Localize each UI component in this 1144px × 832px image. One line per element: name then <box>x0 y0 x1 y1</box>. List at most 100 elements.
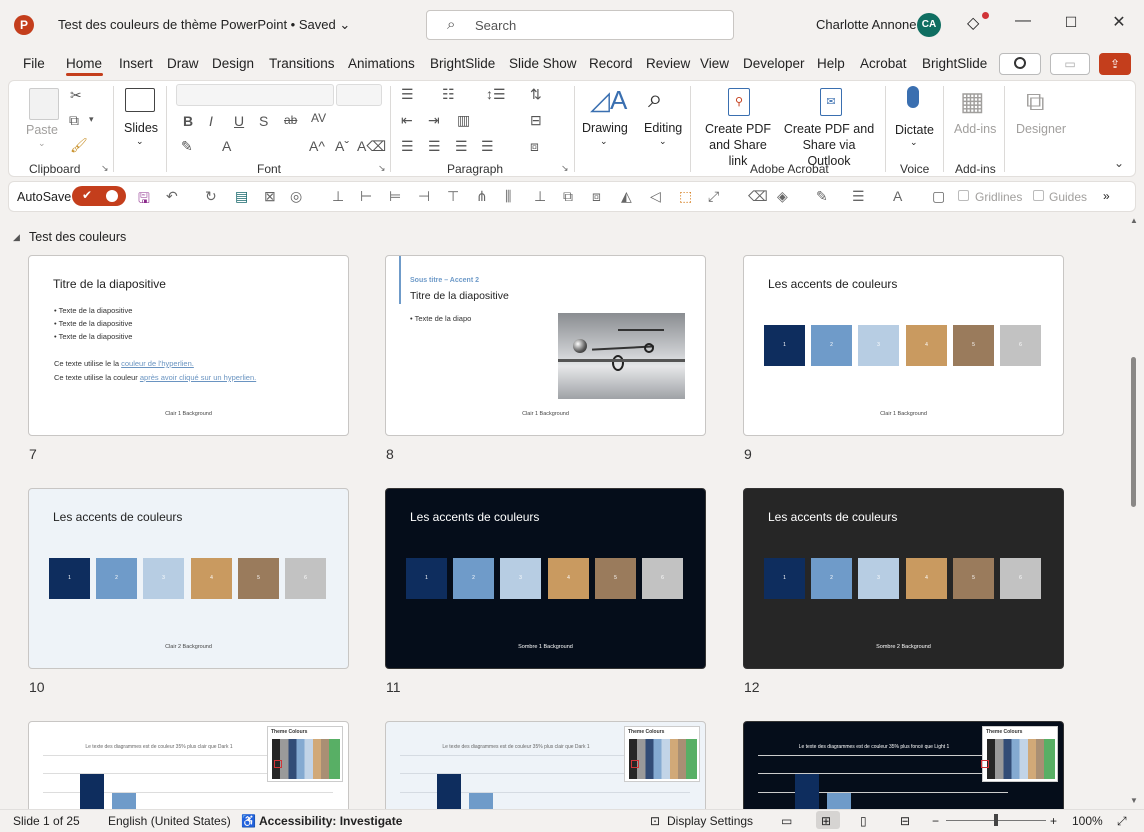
qat-tool-icon[interactable]: ⊨ <box>389 188 401 205</box>
qat-tool-icon[interactable]: ⌫ <box>748 188 768 205</box>
dictate-button[interactable]: Dictate <box>895 122 934 138</box>
clear-formatting-icon[interactable]: A⌫ <box>357 138 386 155</box>
section-title[interactable]: Test des couleurs <box>29 230 126 244</box>
slide-counter[interactable]: Slide 1 of 25 <box>13 814 80 828</box>
slide-thumbnail-9[interactable]: Les accents de couleurs 1 2 3 4 5 6 Clai… <box>743 255 1064 436</box>
tab-review[interactable]: Review <box>646 56 690 71</box>
slide-thumbnail-11[interactable]: Les accents de couleurs 1 2 3 4 5 6 Somb… <box>385 488 706 669</box>
accessibility-status[interactable]: Accessibility: Investigate <box>259 814 402 828</box>
slide-thumbnail-14[interactable]: Le texte des diagrammes est de couleur 3… <box>385 721 706 821</box>
share-button[interactable]: ⇪ <box>1099 53 1131 75</box>
save-icon[interactable]: 🖫 <box>138 188 150 212</box>
tab-file[interactable]: File <box>23 56 45 71</box>
line-spacing-icon[interactable]: ↕☰ <box>486 86 506 103</box>
font-name-select[interactable] <box>176 84 334 106</box>
columns-icon[interactable]: ▥ <box>457 112 470 129</box>
strikethrough-icon[interactable]: ab <box>284 113 297 127</box>
qat-tool-icon[interactable]: ◁ <box>650 188 661 205</box>
tab-insert[interactable]: Insert <box>119 56 153 71</box>
slide-thumbnail-10[interactable]: Les accents de couleurs 1 2 3 4 5 6 Clai… <box>28 488 349 669</box>
tab-view[interactable]: View <box>700 56 729 71</box>
increase-font-icon[interactable]: A^ <box>309 138 325 154</box>
user-name[interactable]: Charlotte Annone <box>816 17 916 32</box>
font-color-icon[interactable]: A <box>222 138 231 154</box>
slides-button[interactable]: Slides <box>124 120 158 136</box>
maximize-icon[interactable]: ☐ <box>1061 14 1081 31</box>
qat-tool-icon[interactable]: ⊤ <box>447 188 459 205</box>
zoom-level[interactable]: 100% <box>1072 814 1103 828</box>
numbering-icon[interactable]: ☷ <box>442 86 455 103</box>
gridlines-checkbox[interactable] <box>958 190 969 201</box>
tab-brightslide[interactable]: BrightSlide <box>430 56 495 71</box>
tab-transitions[interactable]: Transitions <box>269 56 335 71</box>
smartart-icon[interactable]: ⧈ <box>530 138 539 155</box>
decrease-font-icon[interactable]: Aˇ <box>335 138 349 154</box>
qat-tool-icon[interactable]: ⫼ <box>505 188 511 205</box>
vertical-scrollbar[interactable] <box>1129 215 1138 807</box>
slide-thumbnail-13[interactable]: Le texte des diagrammes est de couleur 3… <box>28 721 349 821</box>
minimize-icon[interactable]: — <box>1013 12 1033 30</box>
align-center-icon[interactable]: ☰ <box>428 138 441 155</box>
fit-to-window-icon[interactable]: ⤢ <box>1117 814 1127 829</box>
comments-button[interactable]: ▭ <box>1050 53 1090 75</box>
qat-tool-icon[interactable]: ⊢ <box>360 188 372 205</box>
tab-animations[interactable]: Animations <box>348 56 415 71</box>
character-spacing-icon[interactable]: AV <box>311 111 326 125</box>
qat-tool-icon[interactable]: ⧉ <box>563 188 573 205</box>
qat-tool-icon[interactable]: ⊠ <box>264 188 276 205</box>
record-button[interactable] <box>999 53 1041 75</box>
dialog-launcher-icon[interactable]: ↘ <box>378 163 386 174</box>
font-color-icon[interactable]: A <box>893 188 902 204</box>
text-direction-icon[interactable]: ⇅ <box>530 86 542 103</box>
designer-button[interactable]: Designer <box>1016 121 1066 137</box>
highlight-icon[interactable]: ✎ <box>181 138 193 155</box>
qat-tool-icon[interactable]: ⋔ <box>476 188 488 205</box>
dialog-launcher-icon[interactable]: ↘ <box>101 163 109 174</box>
qat-tool-icon[interactable]: ⤢ <box>708 188 719 205</box>
justify-icon[interactable]: ☰ <box>481 138 494 155</box>
format-painter-icon[interactable]: 🖌 <box>70 137 88 154</box>
slide-thumbnail-7[interactable]: Titre de la diapositive • Texte de la di… <box>28 255 349 436</box>
qat-tool-icon[interactable]: ⬚ <box>679 188 692 205</box>
tab-design[interactable]: Design <box>212 56 254 71</box>
qat-tool-icon[interactable]: ⧈ <box>592 188 601 205</box>
document-title[interactable]: Test des couleurs de thème PowerPoint • … <box>58 17 350 33</box>
font-size-select[interactable] <box>336 84 382 106</box>
tab-record[interactable]: Record <box>589 56 633 71</box>
slide-thumbnail-15[interactable]: Le texte des diagrammes est de couleur 3… <box>743 721 1064 821</box>
close-icon[interactable]: ✕ <box>1109 12 1129 32</box>
align-text-icon[interactable]: ⊟ <box>530 112 542 129</box>
qat-tool-icon[interactable]: ▤ <box>235 188 248 205</box>
undo-icon[interactable]: ↶ <box>166 188 178 205</box>
qat-tool-icon[interactable]: ◎ <box>290 188 302 205</box>
bold-icon[interactable]: B <box>183 113 193 129</box>
strikethrough-s-icon[interactable]: S <box>259 113 268 129</box>
align-right-icon[interactable]: ☰ <box>455 138 468 155</box>
display-settings-button[interactable]: Display Settings <box>667 814 753 828</box>
editing-button[interactable]: Editing <box>644 120 682 136</box>
zoom-slider-thumb[interactable] <box>994 814 998 826</box>
collapse-ribbon-icon[interactable]: ⌄ <box>1114 156 1124 170</box>
bullets-icon[interactable]: ☰ <box>401 86 414 103</box>
collapse-section-icon[interactable]: ◢ <box>13 232 20 243</box>
line-weight-icon[interactable]: ☰ <box>852 188 865 205</box>
cut-icon[interactable]: ✂ <box>70 87 82 104</box>
slide-sorter-icon[interactable]: ⊞ <box>821 814 831 828</box>
more-commands-icon[interactable]: » <box>1103 189 1110 203</box>
decrease-indent-icon[interactable]: ⇤ <box>401 112 413 129</box>
slide-thumbnail-8[interactable]: Sous titre – Accent 2 Titre de la diapos… <box>385 255 706 436</box>
italic-icon[interactable]: I <box>209 113 213 129</box>
scrollbar-thumb[interactable] <box>1131 357 1136 507</box>
qat-tool-icon[interactable]: ◭ <box>621 188 632 205</box>
qat-tool-icon[interactable]: ⊥ <box>534 188 546 205</box>
tab-acrobat[interactable]: Acrobat <box>860 56 907 71</box>
drawing-button[interactable]: Drawing <box>582 120 628 136</box>
autosave-toggle[interactable]: ✔ <box>72 186 126 206</box>
scroll-up-icon[interactable]: ▲ <box>1130 216 1138 225</box>
tab-draw[interactable]: Draw <box>167 56 199 71</box>
tab-slide-show[interactable]: Slide Show <box>509 56 577 71</box>
fill-color-icon[interactable]: ◈ <box>777 188 788 205</box>
zoom-out-icon[interactable]: − <box>932 814 939 828</box>
search-input[interactable]: ⌕ Search <box>426 10 734 40</box>
qat-tool-icon[interactable]: ⊣ <box>418 188 430 205</box>
